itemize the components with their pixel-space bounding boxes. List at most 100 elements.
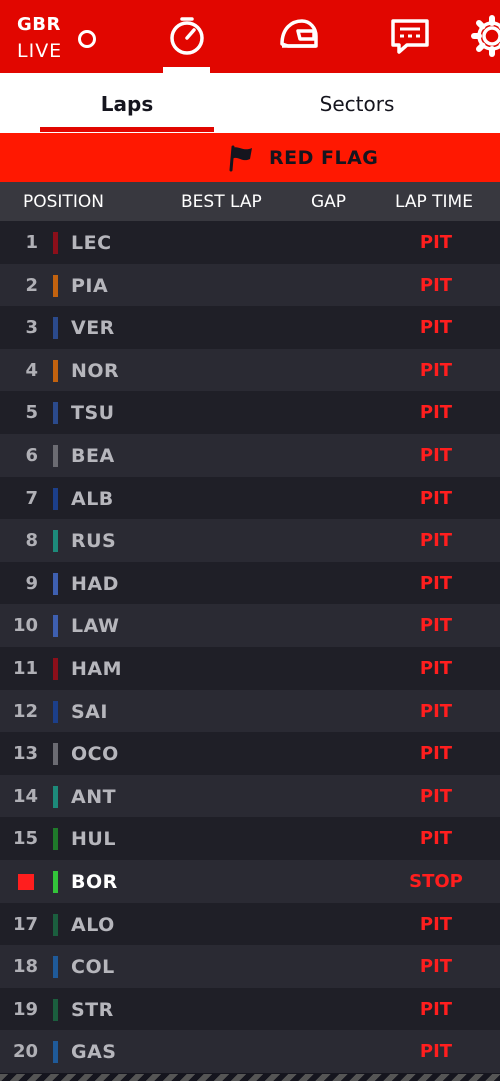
driver-code: ANT bbox=[71, 785, 117, 808]
driver-position: 8 bbox=[25, 530, 38, 552]
team-color-bar bbox=[53, 785, 58, 808]
table-row[interactable]: 15 HUL PIT bbox=[0, 817, 500, 860]
lap-time-status: PIT bbox=[419, 913, 453, 935]
table-row[interactable]: 17 ALO PIT bbox=[0, 902, 500, 946]
team-color-bar bbox=[53, 274, 58, 297]
table-header: POSITION BEST LAP GAP LAP TIME bbox=[0, 182, 500, 221]
team-color-bar bbox=[53, 956, 58, 979]
driver-code: BEA bbox=[71, 444, 115, 467]
team-color-bar bbox=[53, 870, 58, 893]
table-row[interactable]: 14 ANT PIT bbox=[0, 774, 500, 818]
timing-table: 1 LEC PIT 2 PIA PIT 3 VER PIT 4 NOR PIT 5 TSU PIT 6 BEA P… bbox=[0, 221, 500, 1073]
driver-position: 4 bbox=[25, 359, 38, 381]
lap-time-status: PIT bbox=[419, 232, 453, 253]
driver-position: 19 bbox=[12, 998, 38, 1020]
driver-code: STR bbox=[71, 998, 114, 1021]
team-color-bar bbox=[53, 487, 58, 510]
driver-code: TSU bbox=[71, 402, 115, 425]
driver-position: 15 bbox=[12, 828, 38, 850]
team-color-bar bbox=[53, 1041, 58, 1064]
team-color-bar bbox=[53, 530, 58, 553]
table-row[interactable]: 11 HAM PIT bbox=[0, 646, 500, 690]
team-color-bar bbox=[53, 913, 58, 936]
team-color-bar bbox=[53, 444, 58, 467]
lap-time-status: PIT bbox=[419, 828, 453, 850]
table-row[interactable]: 3 VER PIT bbox=[0, 306, 500, 349]
lap-time-status: PIT bbox=[419, 743, 453, 765]
flag-icon bbox=[228, 144, 256, 172]
table-row[interactable]: 8 RUS PIT bbox=[0, 519, 500, 562]
track-status-label: RED FLAG bbox=[269, 147, 379, 169]
lap-time-status: PIT bbox=[419, 1041, 453, 1063]
team-color-bar bbox=[53, 743, 58, 766]
lap-time-status: PIT bbox=[419, 956, 453, 978]
track-status-banner: RED FLAG bbox=[0, 133, 500, 182]
table-row[interactable]: 13 OCO PIT bbox=[0, 732, 500, 775]
table-row[interactable]: BOR STOP bbox=[0, 859, 500, 903]
driver-position: 6 bbox=[25, 444, 38, 466]
lap-time-status: PIT bbox=[419, 530, 453, 552]
lap-time-status: PIT bbox=[419, 785, 453, 807]
tab-sectors[interactable]: Sectors bbox=[270, 73, 444, 133]
table-row[interactable]: 7 ALB PIT bbox=[0, 476, 500, 520]
driver-position: 9 bbox=[25, 572, 38, 594]
team-color-bar bbox=[53, 232, 58, 254]
table-row[interactable]: 9 HAD PIT bbox=[0, 561, 500, 605]
race-control-icon[interactable] bbox=[388, 14, 432, 58]
team-color-bar bbox=[53, 700, 58, 723]
lap-time-status: PIT bbox=[419, 998, 453, 1020]
table-row[interactable]: 12 SAI PIT bbox=[0, 689, 500, 733]
driver-code: SAI bbox=[71, 700, 108, 723]
driver-code: BOR bbox=[71, 870, 118, 893]
table-row[interactable]: 1 LEC PIT bbox=[0, 221, 500, 264]
driver-code: HAD bbox=[71, 572, 119, 595]
driver-code: GAS bbox=[71, 1041, 117, 1064]
table-row[interactable]: 4 NOR PIT bbox=[0, 348, 500, 392]
lap-time-status: PIT bbox=[419, 402, 453, 424]
tab-laps[interactable]: Laps bbox=[40, 73, 214, 133]
driver-code: LEC bbox=[71, 232, 112, 254]
table-row[interactable]: 20 GAS PIT bbox=[0, 1030, 500, 1073]
driver-position: 18 bbox=[12, 956, 38, 978]
table-row[interactable]: 6 BEA PIT bbox=[0, 433, 500, 477]
lap-time-status: PIT bbox=[419, 359, 453, 381]
lap-time-status: PIT bbox=[419, 487, 453, 509]
driver-code: HAM bbox=[71, 657, 123, 680]
driver-position: 13 bbox=[12, 743, 38, 765]
driver-position: 17 bbox=[12, 913, 38, 935]
top-bar: GBR LIVE bbox=[0, 0, 500, 73]
team-color-bar bbox=[53, 572, 58, 595]
driver-code: VER bbox=[71, 317, 115, 340]
table-row[interactable]: 5 TSU PIT bbox=[0, 391, 500, 434]
lap-time-status: PIT bbox=[419, 700, 453, 722]
driver-position: 7 bbox=[25, 487, 38, 509]
table-row[interactable]: 19 STR PIT bbox=[0, 987, 500, 1031]
driver-position: 11 bbox=[12, 657, 38, 679]
helmet-icon[interactable] bbox=[276, 14, 320, 58]
driver-code: ALO bbox=[71, 913, 115, 936]
driver-code: ALB bbox=[71, 487, 114, 510]
team-color-bar bbox=[53, 402, 58, 425]
lap-time-status: PIT bbox=[419, 317, 453, 339]
driver-code: LAW bbox=[71, 615, 120, 638]
table-row[interactable]: 18 COL PIT bbox=[0, 945, 500, 988]
timing-icon[interactable] bbox=[165, 14, 209, 58]
driver-position: 14 bbox=[12, 785, 38, 807]
team-color-bar bbox=[53, 828, 58, 851]
header-gap: GAP bbox=[311, 192, 347, 212]
settings-icon[interactable] bbox=[470, 14, 500, 58]
driver-position: 2 bbox=[25, 274, 38, 296]
table-row[interactable]: 2 PIA PIT bbox=[0, 263, 500, 307]
driver-code: NOR bbox=[71, 359, 120, 382]
team-color-bar bbox=[53, 359, 58, 382]
driver-code: HUL bbox=[71, 828, 116, 851]
table-row[interactable]: 10 LAW PIT bbox=[0, 604, 500, 647]
driver-position: 3 bbox=[25, 317, 38, 339]
header-position: POSITION bbox=[23, 192, 104, 212]
driver-position: 20 bbox=[12, 1041, 38, 1063]
stopped-icon bbox=[18, 873, 34, 890]
driver-position: 12 bbox=[12, 700, 38, 722]
bottom-edge-stripe bbox=[0, 1074, 500, 1081]
lap-time-status: PIT bbox=[419, 274, 453, 296]
driver-position: 10 bbox=[12, 615, 38, 637]
